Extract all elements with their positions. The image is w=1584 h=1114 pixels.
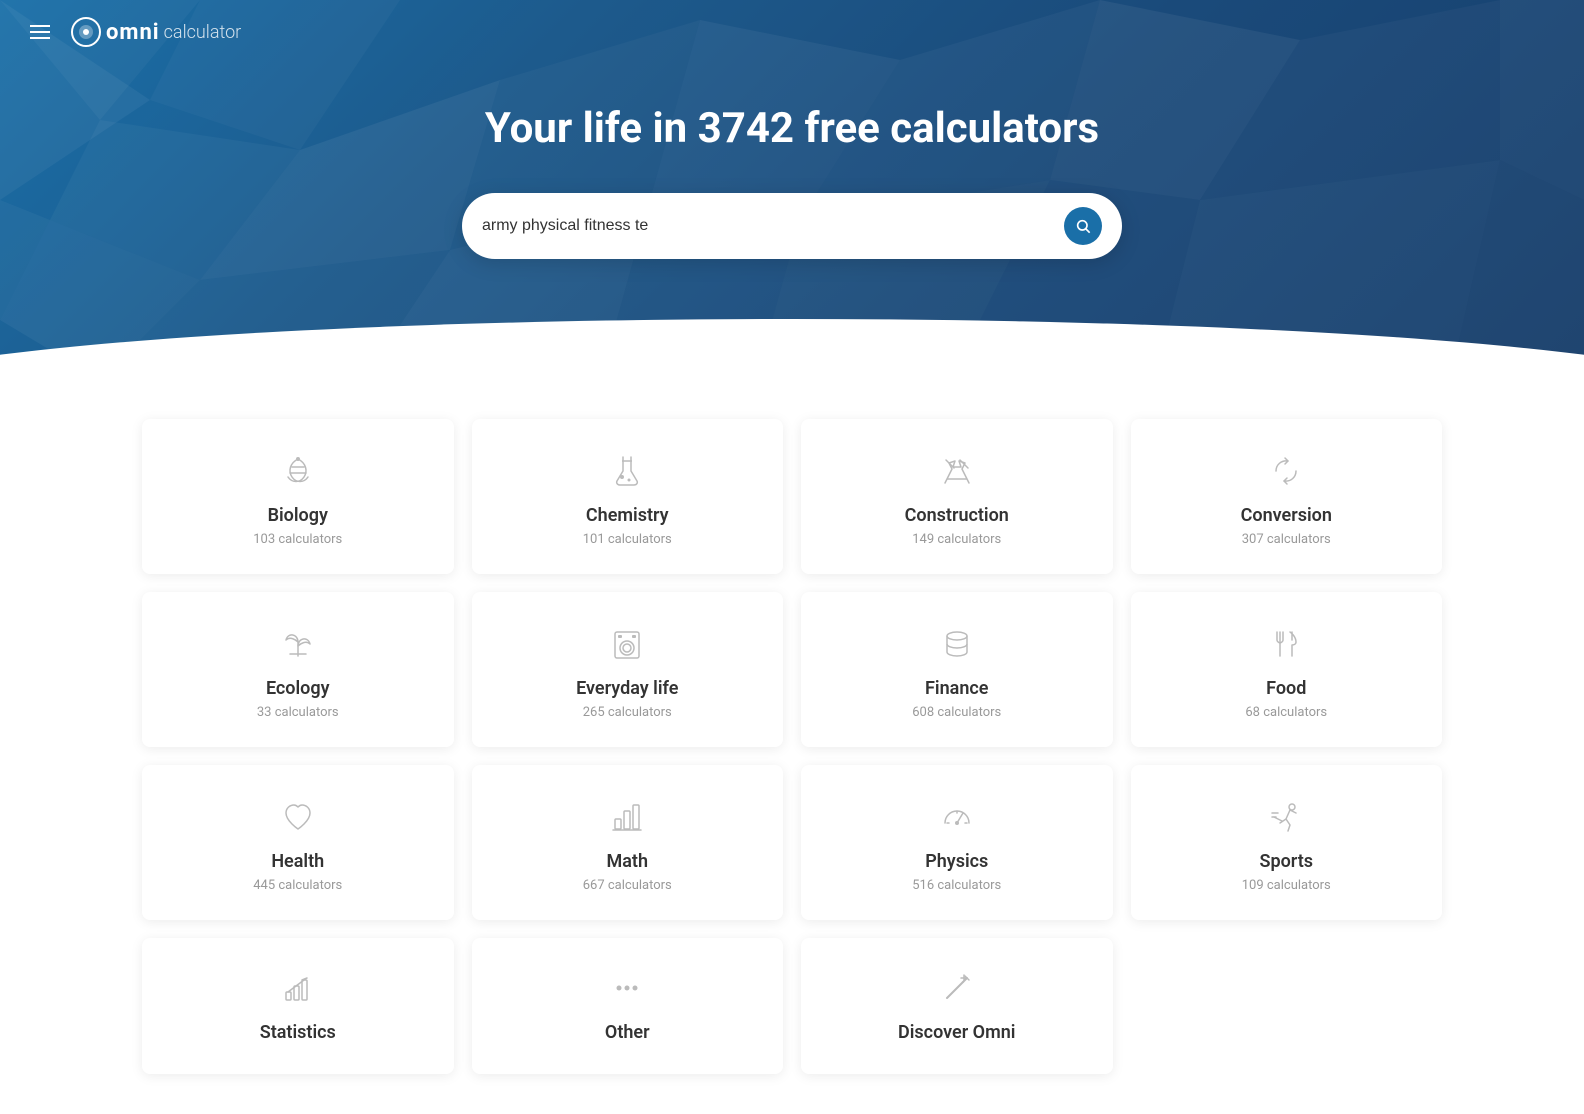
logo-calc-text: calculator xyxy=(164,22,242,43)
other-icon xyxy=(609,968,645,1008)
construction-icon xyxy=(939,451,975,491)
math-name: Math xyxy=(606,851,648,872)
search-icon xyxy=(1075,218,1091,234)
category-card-statistics[interactable]: Statistics xyxy=(142,938,454,1074)
finance-count: 608 calculators xyxy=(912,705,1001,720)
health-count: 445 calculators xyxy=(253,878,342,893)
physics-name: Physics xyxy=(925,851,988,872)
category-card-math[interactable]: Math 667 calculators xyxy=(472,765,784,920)
search-bar xyxy=(462,193,1122,259)
category-card-ecology[interactable]: Ecology 33 calculators xyxy=(142,592,454,747)
hero-section: omni calculator Your life in 3742 free c… xyxy=(0,0,1584,399)
food-name: Food xyxy=(1266,678,1306,699)
construction-count: 149 calculators xyxy=(912,532,1001,547)
health-name: Health xyxy=(271,851,324,872)
categories-section: Biology 103 calculators Chemistry 101 ca… xyxy=(0,399,1584,1114)
category-card-chemistry[interactable]: Chemistry 101 calculators xyxy=(472,419,784,574)
chemistry-name: Chemistry xyxy=(586,505,669,526)
health-icon xyxy=(280,797,316,837)
ecology-count: 33 calculators xyxy=(257,705,339,720)
chemistry-icon xyxy=(609,451,645,491)
search-input[interactable] xyxy=(482,217,1064,235)
physics-count: 516 calculators xyxy=(912,878,1001,893)
biology-icon xyxy=(280,451,316,491)
category-card-sports[interactable]: Sports 109 calculators xyxy=(1131,765,1443,920)
logo-omni-text: omni xyxy=(106,20,160,45)
biology-count: 103 calculators xyxy=(253,532,342,547)
categories-grid: Biology 103 calculators Chemistry 101 ca… xyxy=(142,419,1442,1074)
logo[interactable]: omni calculator xyxy=(70,16,241,48)
everyday-count: 265 calculators xyxy=(583,705,672,720)
category-card-construction[interactable]: Construction 149 calculators xyxy=(801,419,1113,574)
category-card-other[interactable]: Other xyxy=(472,938,784,1074)
category-card-everyday[interactable]: Everyday life 265 calculators xyxy=(472,592,784,747)
conversion-name: Conversion xyxy=(1241,505,1332,526)
ecology-name: Ecology xyxy=(266,678,330,699)
conversion-count: 307 calculators xyxy=(1242,532,1331,547)
logo-mark-icon xyxy=(70,16,102,48)
category-card-conversion[interactable]: Conversion 307 calculators xyxy=(1131,419,1443,574)
sports-count: 109 calculators xyxy=(1242,878,1331,893)
discover-icon xyxy=(939,968,975,1008)
statistics-icon xyxy=(280,968,316,1008)
math-icon xyxy=(609,797,645,837)
everyday-name: Everyday life xyxy=(576,678,678,699)
ecology-icon xyxy=(280,624,316,664)
food-count: 68 calculators xyxy=(1245,705,1327,720)
sports-icon xyxy=(1268,797,1304,837)
sports-name: Sports xyxy=(1259,851,1313,872)
discover-name: Discover Omni xyxy=(898,1022,1015,1043)
hero-content: Your life in 3742 free calculators xyxy=(0,64,1584,319)
chemistry-count: 101 calculators xyxy=(583,532,672,547)
other-name: Other xyxy=(605,1022,650,1043)
conversion-icon xyxy=(1268,451,1304,491)
finance-icon xyxy=(939,624,975,664)
menu-icon[interactable] xyxy=(30,25,50,39)
finance-name: Finance xyxy=(925,678,988,699)
category-card-food[interactable]: Food 68 calculators xyxy=(1131,592,1443,747)
math-count: 667 calculators xyxy=(583,878,672,893)
food-icon xyxy=(1268,624,1304,664)
category-card-health[interactable]: Health 445 calculators xyxy=(142,765,454,920)
category-card-biology[interactable]: Biology 103 calculators xyxy=(142,419,454,574)
statistics-name: Statistics xyxy=(260,1022,336,1043)
physics-icon xyxy=(939,797,975,837)
navbar: omni calculator xyxy=(0,0,1584,64)
category-card-finance[interactable]: Finance 608 calculators xyxy=(801,592,1113,747)
everyday-icon xyxy=(609,624,645,664)
construction-name: Construction xyxy=(905,505,1009,526)
search-button[interactable] xyxy=(1064,207,1102,245)
biology-name: Biology xyxy=(268,505,328,526)
category-card-discover[interactable]: Discover Omni xyxy=(801,938,1113,1074)
hero-title: Your life in 3742 free calculators xyxy=(20,104,1564,153)
category-card-physics[interactable]: Physics 516 calculators xyxy=(801,765,1113,920)
